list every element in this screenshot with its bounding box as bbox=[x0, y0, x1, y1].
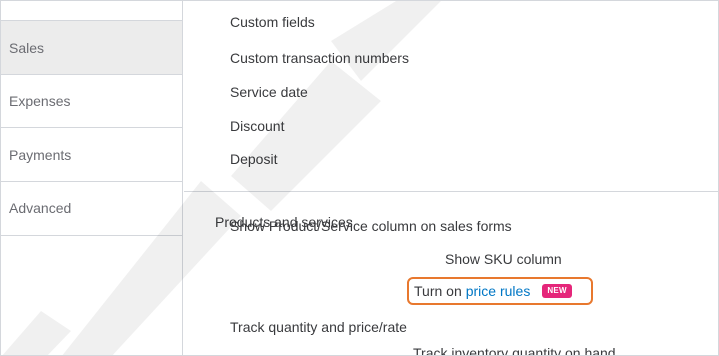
price-rules-prefix: Turn on bbox=[414, 283, 462, 299]
sidebar-item-label: Payments bbox=[9, 146, 72, 163]
sidebar-item-expenses[interactable]: Expenses bbox=[1, 75, 182, 128]
sidebar-item-advanced[interactable]: Advanced bbox=[1, 182, 182, 236]
section-divider bbox=[184, 191, 718, 192]
sidebar-item-label: Expenses bbox=[9, 93, 71, 109]
option-track-quantity-price-rate[interactable]: Track quantity and price/rate bbox=[230, 319, 407, 335]
option-discount[interactable]: Discount bbox=[230, 118, 284, 134]
price-rules-link[interactable]: price rules bbox=[466, 283, 531, 299]
new-badge: NEW bbox=[542, 284, 572, 298]
settings-panel: Sales Expenses Payments Advanced Custom … bbox=[0, 0, 719, 356]
sidebar-item-payments[interactable]: Payments bbox=[1, 128, 182, 182]
sidebar-item-sales[interactable]: Sales bbox=[1, 21, 182, 75]
option-show-product-service-column[interactable]: Show Product/Service column on sales for… bbox=[230, 218, 512, 234]
option-custom-fields[interactable]: Custom fields bbox=[230, 14, 315, 30]
option-service-date[interactable]: Service date bbox=[230, 84, 308, 100]
option-deposit[interactable]: Deposit bbox=[230, 151, 277, 167]
sidebar-item-label: Advanced bbox=[9, 200, 72, 216]
price-rules-option[interactable]: Turn on price rules NEW bbox=[407, 277, 593, 305]
option-custom-transaction-numbers[interactable]: Custom transaction numbers bbox=[230, 50, 409, 66]
sidebar-top-item bbox=[1, 1, 182, 21]
settings-sidebar: Sales Expenses Payments Advanced bbox=[1, 1, 183, 355]
sidebar-item-label: Sales bbox=[9, 39, 45, 56]
option-show-sku-column[interactable]: Show SKU column bbox=[445, 251, 562, 267]
option-track-inventory-partial[interactable]: Track inventory quantity on hand bbox=[413, 345, 616, 355]
